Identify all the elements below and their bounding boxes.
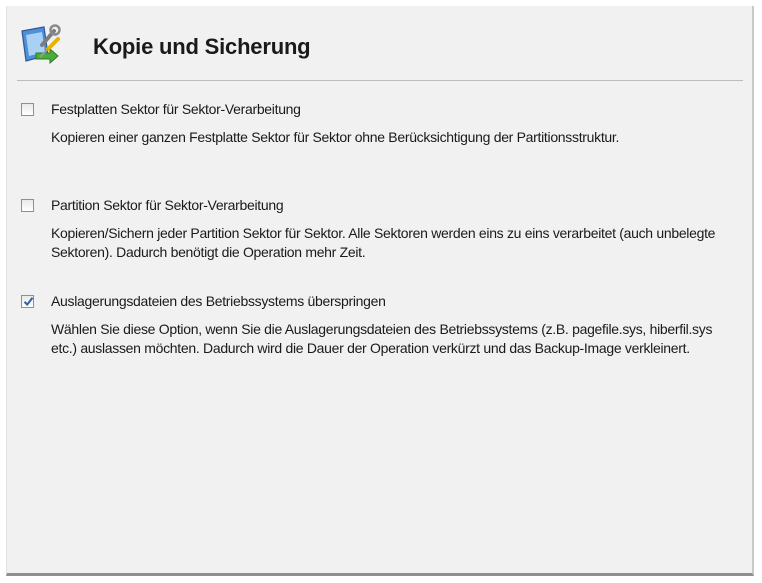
- sector-partition-description: Kopieren/Sichern jeder Partition Sektor …: [51, 225, 716, 260]
- page-title: Kopie und Sicherung: [93, 34, 311, 59]
- checkmark-icon: [23, 297, 34, 307]
- skip-swap-files-description: Wählen Sie diese Option, wenn Sie die Au…: [51, 321, 713, 356]
- backup-tools-icon: [18, 23, 62, 67]
- skip-swap-files-checkbox[interactable]: [21, 295, 34, 308]
- sector-disk-checkbox[interactable]: [21, 103, 34, 116]
- settings-panel: Kopie und Sicherung Festplatten Sektor f…: [6, 6, 754, 576]
- sector-partition-label[interactable]: Partition Sektor für Sektor-Verarbeitung: [51, 197, 284, 213]
- sector-partition-checkbox[interactable]: [21, 199, 34, 212]
- skip-swap-files-label[interactable]: Auslagerungsdateien des Betriebssystems …: [51, 293, 386, 309]
- header-divider: [17, 80, 743, 81]
- sector-disk-label[interactable]: Festplatten Sektor für Sektor-Verarbeitu…: [51, 101, 301, 117]
- section-header: Kopie und Sicherung: [7, 6, 752, 80]
- sector-disk-description: Kopieren einer ganzen Festplatte Sektor …: [51, 129, 620, 145]
